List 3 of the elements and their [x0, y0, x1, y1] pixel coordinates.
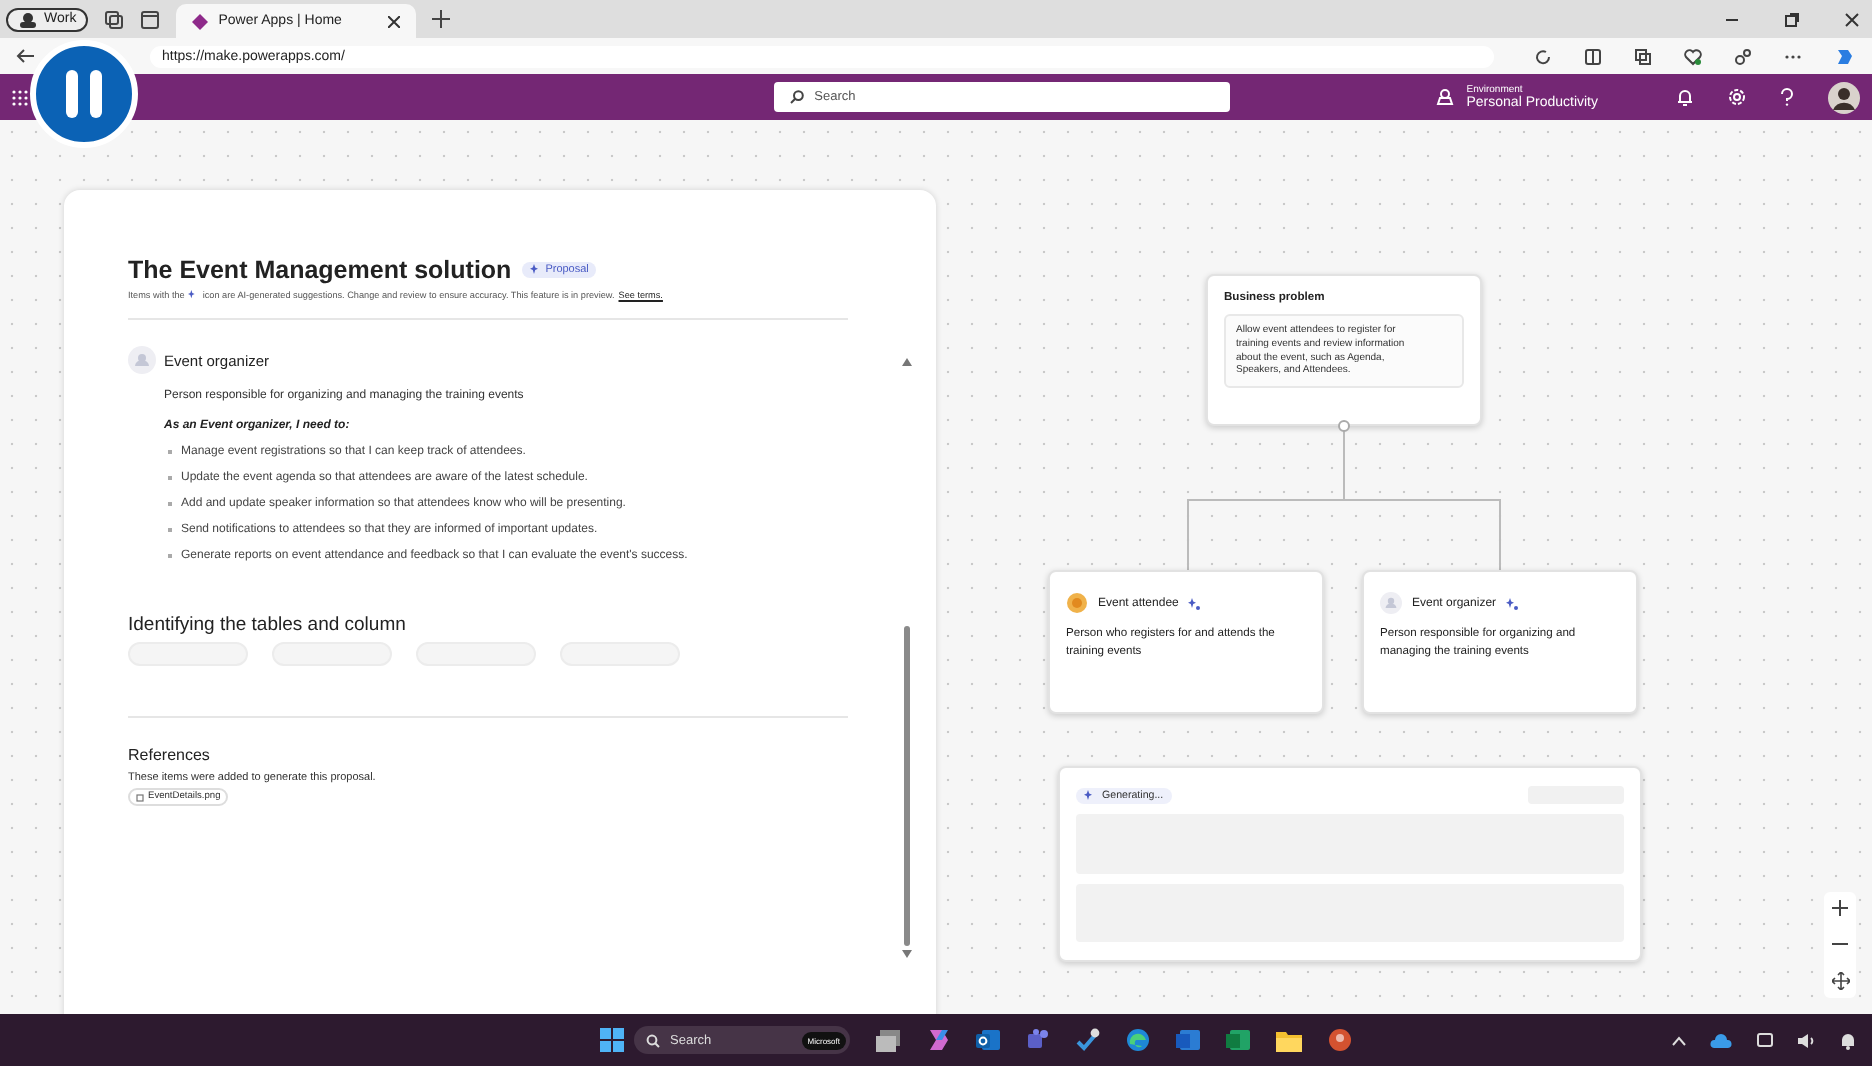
proposal-title: The Event Management solution	[128, 256, 512, 284]
section-heading: Identifying the tables and column	[128, 614, 408, 636]
section-heading: References	[128, 746, 212, 764]
